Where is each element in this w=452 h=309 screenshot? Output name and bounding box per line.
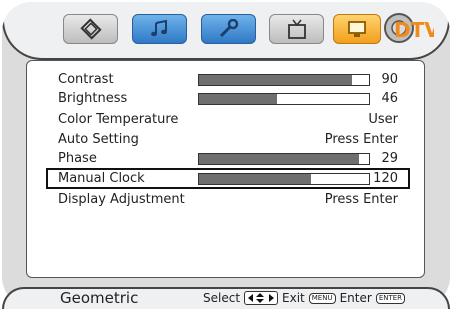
select-label: Select — [203, 291, 241, 305]
exit-label: Exit — [282, 291, 305, 305]
film-icon — [79, 18, 102, 40]
menu-item-phase[interactable]: Phase 29 — [58, 150, 398, 168]
menu-item-label: Display Adjustment — [58, 192, 185, 207]
tab-audio[interactable] — [132, 14, 187, 44]
music-icon — [150, 20, 170, 38]
tab-dtv[interactable]: DTV — [382, 8, 440, 48]
menu-item-value: User — [368, 112, 398, 127]
menu-item-brightness[interactable]: Brightness 46 — [58, 90, 398, 108]
menu-item-value: 90 — [381, 72, 398, 87]
menu-item-label: Color Temperature — [58, 112, 179, 127]
dtv-logo-icon: DTV — [384, 13, 440, 43]
wrench-icon — [218, 19, 240, 39]
tab-setup[interactable] — [201, 14, 256, 44]
menu-item-manual-clock[interactable]: Manual Clock 120 — [58, 170, 398, 188]
tab-picture[interactable] — [63, 14, 118, 44]
key-hints: Select Exit MENU Enter ENTER — [203, 291, 406, 305]
menu-item-label: Brightness — [58, 91, 128, 106]
enter-key: ENTER — [375, 292, 406, 304]
tab-pc[interactable] — [333, 14, 381, 44]
menu-item-color-temperature[interactable]: Color Temperature User — [58, 111, 398, 129]
contrast-slider[interactable] — [198, 74, 370, 86]
tv-icon — [286, 18, 308, 40]
monitor-icon — [346, 19, 368, 39]
menu-item-value: 29 — [381, 151, 398, 166]
menu-item-display-adjustment[interactable]: Display Adjustment Press Enter — [58, 191, 398, 209]
tab-tv[interactable] — [269, 14, 324, 44]
enter-label: Enter — [339, 291, 372, 305]
svg-text:DTV: DTV — [394, 18, 434, 42]
menu-item-label: Phase — [58, 151, 97, 166]
menu-item-label: Auto Setting — [58, 132, 139, 147]
menu-item-auto-setting[interactable]: Auto Setting Press Enter — [58, 131, 398, 149]
menu-item-value: 120 — [373, 171, 398, 186]
menu-key: MENU — [308, 292, 336, 304]
manual-clock-slider[interactable] — [198, 173, 370, 185]
brightness-slider[interactable] — [198, 93, 370, 105]
arrow-keys-icon — [244, 291, 279, 305]
menu-item-label: Manual Clock — [58, 171, 145, 186]
menu-item-value: 46 — [381, 91, 398, 106]
phase-slider[interactable] — [198, 153, 370, 165]
menu-item-value: Press Enter — [324, 132, 398, 147]
menu-item-label: Contrast — [58, 72, 114, 87]
page-title: Geometric — [60, 289, 139, 307]
menu-item-value: Press Enter — [324, 192, 398, 207]
menu-item-contrast[interactable]: Contrast 90 — [58, 71, 398, 89]
